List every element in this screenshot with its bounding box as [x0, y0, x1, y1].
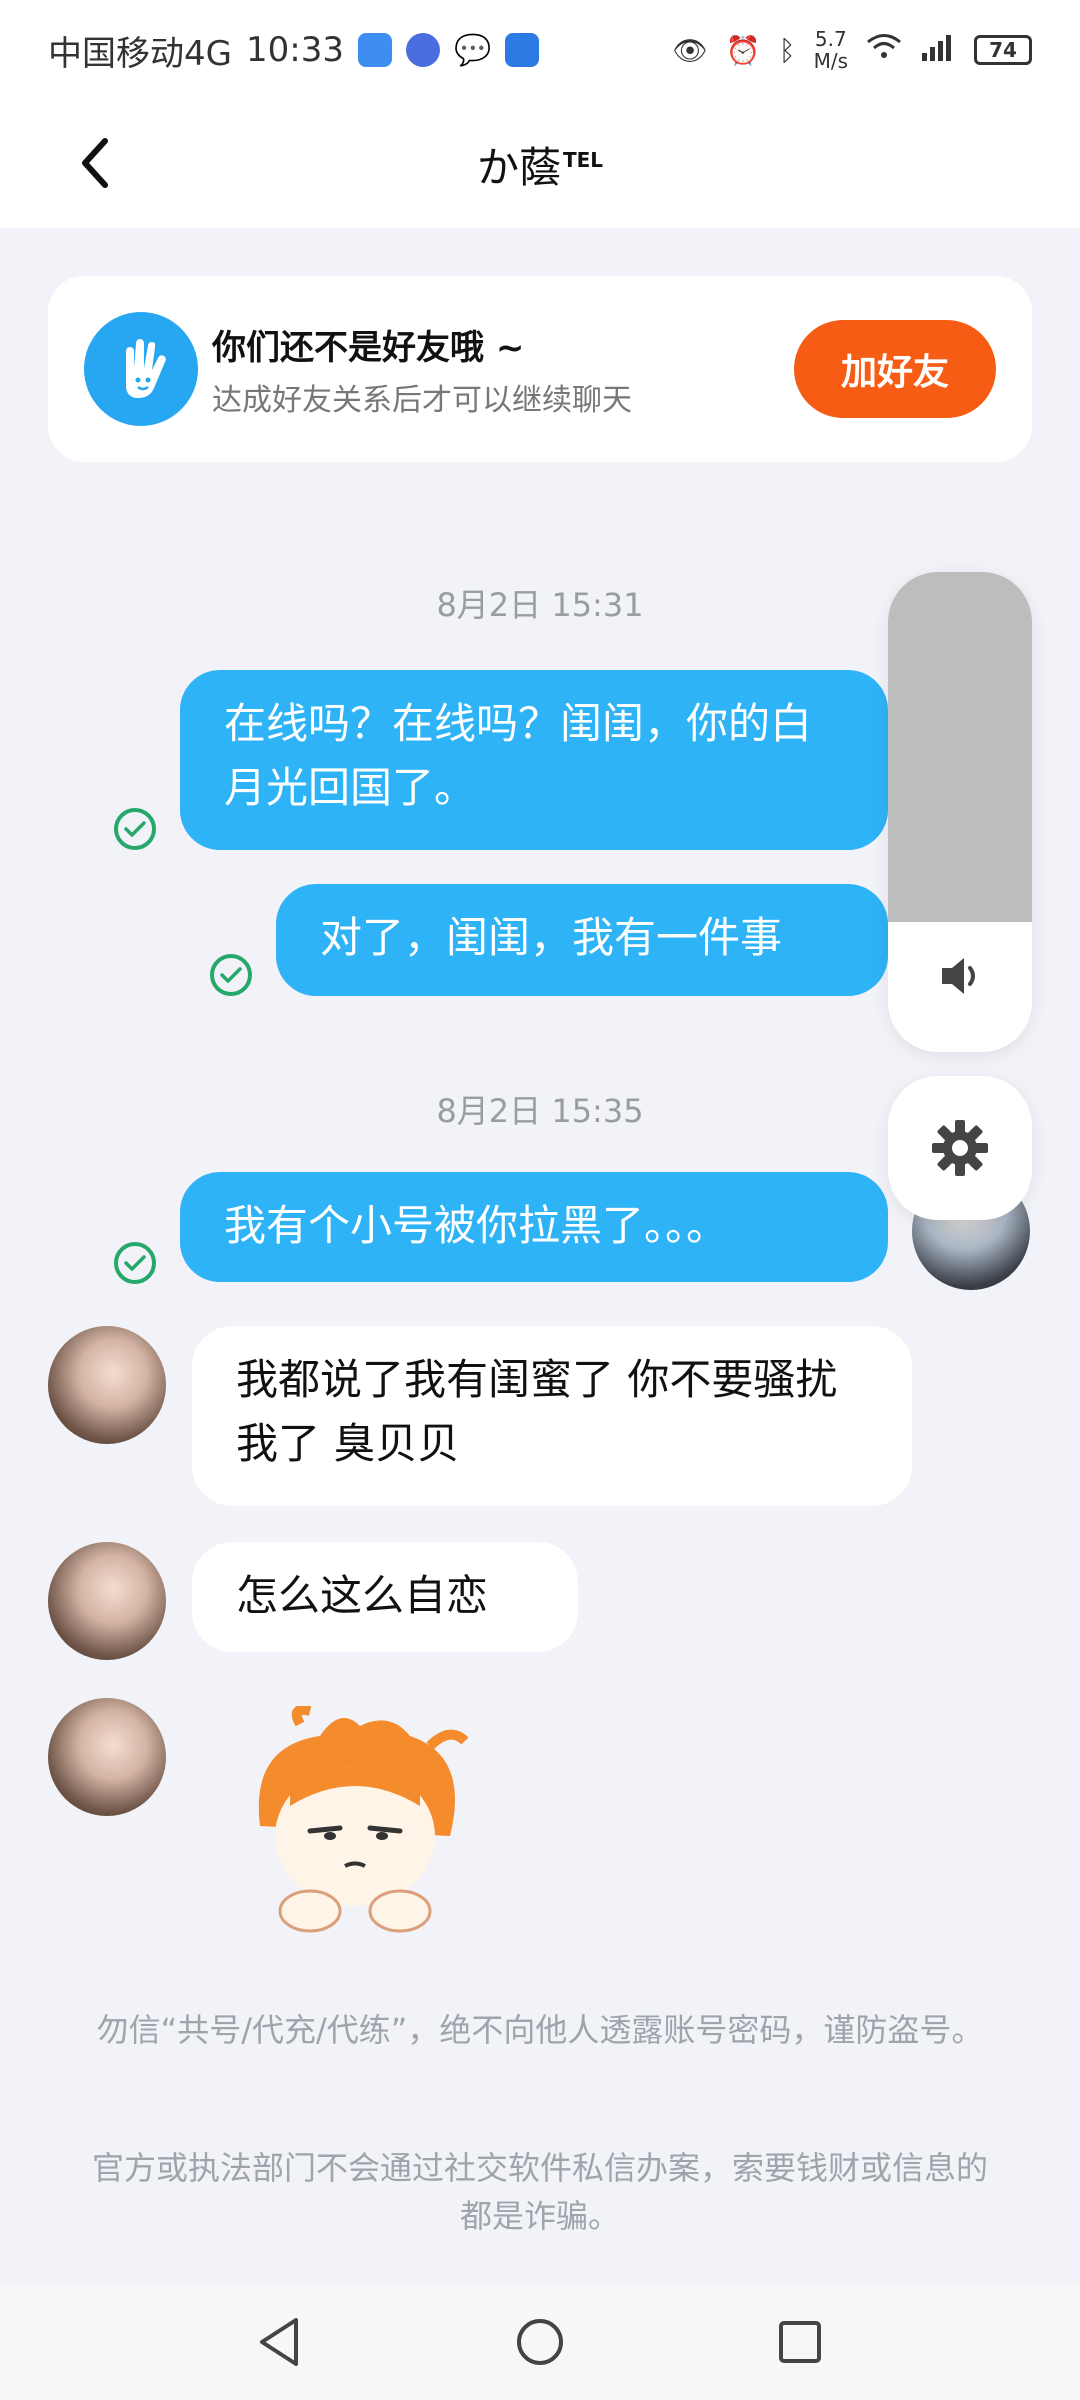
contact-avatar[interactable] — [48, 1698, 166, 1816]
signal-icon — [920, 33, 956, 68]
incoming-message[interactable]: 怎么这么自恋 — [192, 1542, 578, 1652]
browser-notification-icon — [405, 33, 440, 67]
read-check-icon — [114, 1242, 156, 1284]
read-check-icon — [114, 808, 156, 850]
chat-title: か蔭 TEL — [477, 134, 603, 195]
wechat-icon: 💬 — [453, 32, 492, 68]
speed-value: 5.7 — [814, 27, 847, 51]
alarm-icon: ⏰ — [725, 33, 761, 67]
shield-app-icon — [505, 33, 540, 67]
back-button[interactable] — [60, 128, 130, 198]
contact-avatar[interactable] — [48, 1326, 166, 1444]
circle-home-icon — [517, 2319, 563, 2365]
nav-home-button[interactable] — [500, 2302, 580, 2382]
fraud-warning: 官方或执法部门不会通过社交软件私信办案，索要钱财或信息的都是诈骗。 — [91, 2149, 988, 2235]
nav-back-button[interactable] — [240, 2302, 320, 2382]
contact-name: か蔭 — [476, 142, 561, 192]
wifi-icon — [866, 33, 902, 68]
banner-title: 你们还不是好友哦 ~ — [212, 327, 525, 368]
chat-header: か蔭 TEL — [0, 100, 1080, 228]
bluetooth-icon: ᛒ — [778, 33, 796, 67]
outgoing-message[interactable]: 我有个小号被你拉黑了。。。 — [180, 1172, 888, 1282]
incoming-message[interactable]: 我都说了我有闺蜜了 你不要骚扰我了 臭贝贝 — [192, 1326, 912, 1506]
sticker-image[interactable] — [230, 1706, 480, 1936]
app-notification-icon — [357, 33, 392, 67]
settings-button[interactable] — [888, 1076, 1032, 1220]
volume-level-fill — [888, 572, 1032, 922]
contact-avatar[interactable] — [48, 1542, 166, 1660]
speaker-icon — [942, 958, 975, 994]
add-friend-button[interactable]: 加好友 — [794, 320, 996, 418]
triangle-back-icon — [260, 2318, 298, 2366]
outgoing-message[interactable]: 对了，闺闺，我有一件事 — [276, 884, 888, 996]
network-speed: 5.7 M/s — [814, 28, 848, 72]
speed-unit: M/s — [813, 49, 848, 73]
chevron-left-icon — [82, 138, 108, 188]
carrier-label: 中国移动4G — [48, 33, 232, 74]
not-friend-banner: 你们还不是好友哦 ~ 达成好友关系后才可以继续聊天 加好友 — [48, 276, 1032, 462]
battery-indicator: 74 — [974, 35, 1032, 65]
eye-icon: 👁 — [672, 33, 708, 67]
nav-recents-button[interactable] — [760, 2302, 840, 2382]
system-nav-bar — [0, 2284, 1080, 2400]
contact-name-suffix: TEL — [562, 147, 604, 172]
status-bar: 中国移动4G 10:33 💬 👁 ⏰ ᛒ 5.7 M/s 74 — [0, 0, 1080, 100]
outgoing-message[interactable]: 在线吗？在线吗？闺闺，你的白月光回国了。 — [180, 670, 888, 850]
hand-wave-icon — [84, 312, 198, 426]
banner-subtitle: 达成好友关系后才可以继续聊天 — [212, 382, 632, 418]
volume-slider[interactable] — [888, 572, 1032, 1052]
fraud-warning: 勿信“共号/代充/代练”，绝不向他人透露账号密码，谨防盗号。 — [96, 2011, 984, 2049]
read-check-icon — [210, 954, 252, 996]
square-recents-icon — [779, 2321, 821, 2363]
gear-icon — [932, 1120, 988, 1176]
clock: 10:33 — [245, 30, 344, 70]
